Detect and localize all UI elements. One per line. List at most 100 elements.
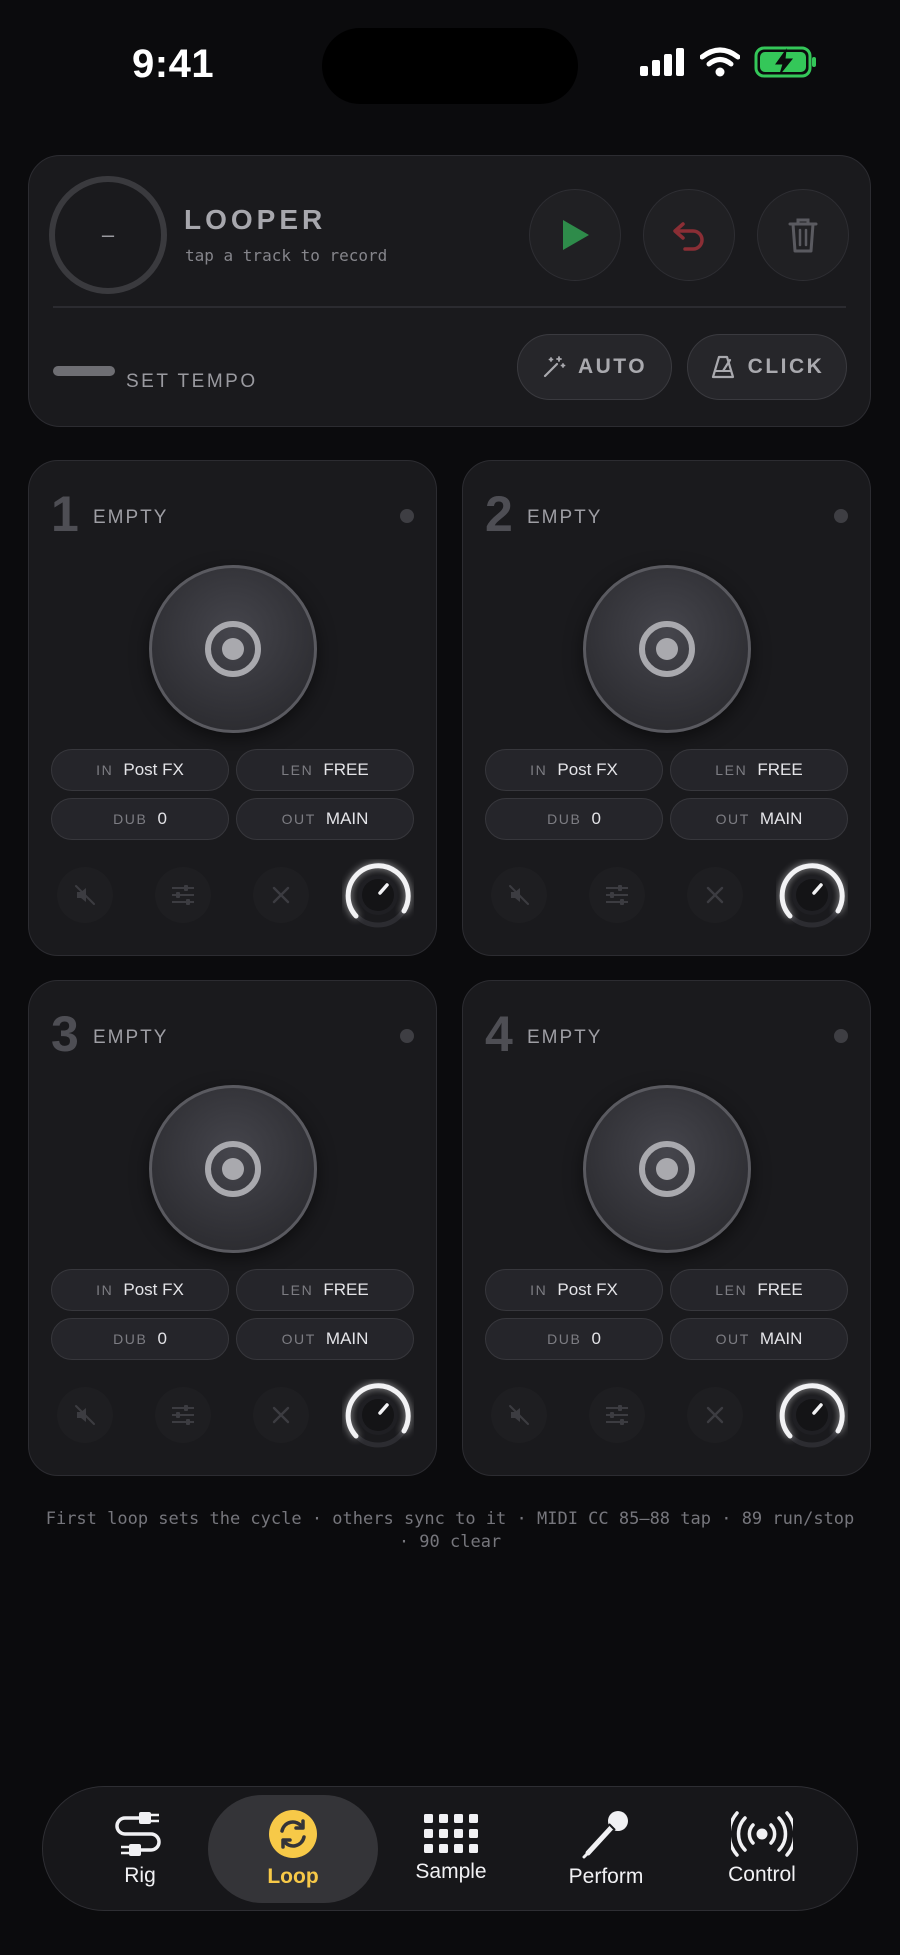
record-button[interactable] <box>583 1085 751 1253</box>
track-number: 3 <box>51 1006 79 1062</box>
length-selector[interactable]: LEN FREE <box>236 749 414 791</box>
play-button[interactable] <box>529 189 621 281</box>
overdub-key: DUB <box>547 1331 582 1347</box>
trash-icon <box>788 218 818 253</box>
mixer-button[interactable] <box>589 867 645 923</box>
track-state: EMPTY <box>93 507 169 528</box>
overdub-value: 0 <box>591 1329 601 1348</box>
mute-icon <box>75 1405 95 1425</box>
sliders-icon <box>172 1405 194 1425</box>
output-selector[interactable]: OUT MAIN <box>670 1318 848 1360</box>
clear-track-button[interactable] <box>253 867 309 923</box>
track-status-dot <box>834 509 848 523</box>
loop-icon <box>269 1810 317 1858</box>
length-key: LEN <box>715 1282 748 1298</box>
tab-sample-label: Sample <box>415 1860 487 1883</box>
input-selector[interactable]: IN Post FX <box>485 1269 663 1311</box>
clear-all-button[interactable] <box>757 189 849 281</box>
tab-control[interactable]: Control <box>677 1795 847 1903</box>
output-value: MAIN <box>759 1329 803 1348</box>
undo-button[interactable] <box>643 189 735 281</box>
auto-button[interactable]: AUTO <box>517 334 672 400</box>
input-selector[interactable]: IN Post FX <box>51 1269 229 1311</box>
tab-loop[interactable]: Loop <box>208 1795 378 1903</box>
mixer-button[interactable] <box>155 867 211 923</box>
clear-track-button[interactable] <box>687 867 743 923</box>
track-card-3: 3 EMPTY IN Post FX LEN FREE DUB 0 OUT MA… <box>28 980 437 1476</box>
clear-track-button[interactable] <box>253 1387 309 1443</box>
sliders-icon <box>606 1405 628 1425</box>
output-selector[interactable]: OUT MAIN <box>670 798 848 840</box>
mute-icon <box>75 885 95 905</box>
broadcast-icon <box>731 1811 793 1857</box>
tab-loop-label: Loop <box>267 1865 319 1888</box>
input-selector[interactable]: IN Post FX <box>485 749 663 791</box>
microphone-icon <box>582 1811 628 1859</box>
overdub-selector[interactable]: DUB 0 <box>51 798 229 840</box>
output-value: MAIN <box>325 1329 369 1348</box>
tab-perform[interactable]: Perform <box>521 1795 691 1903</box>
set-tempo-label[interactable]: SET TEMPO <box>126 371 258 393</box>
battery-charging-icon <box>754 46 816 78</box>
tab-control-label: Control <box>728 1863 796 1886</box>
click-label: CLICK <box>747 355 825 378</box>
length-selector[interactable]: LEN FREE <box>670 1269 848 1311</box>
track-card-4: 4 EMPTY IN Post FX LEN FREE DUB 0 OUT MA… <box>462 980 871 1476</box>
track-state: EMPTY <box>527 1027 603 1048</box>
cable-icon <box>115 1812 161 1856</box>
length-selector[interactable]: LEN FREE <box>670 749 848 791</box>
length-key: LEN <box>281 1282 314 1298</box>
length-selector[interactable]: LEN FREE <box>236 1269 414 1311</box>
output-value: MAIN <box>325 809 369 828</box>
tab-rig[interactable]: Rig <box>55 1795 225 1903</box>
mute-button[interactable] <box>57 867 113 923</box>
tab-sample[interactable]: Sample <box>366 1795 536 1903</box>
auto-label: AUTO <box>577 355 648 378</box>
overdub-key: DUB <box>113 1331 148 1347</box>
close-icon <box>706 886 724 904</box>
mixer-button[interactable] <box>155 1387 211 1443</box>
status-time: 9:41 <box>132 42 215 86</box>
record-icon <box>205 1141 261 1197</box>
tempo-indicator[interactable] <box>53 366 115 376</box>
output-selector[interactable]: OUT MAIN <box>236 1318 414 1360</box>
output-selector[interactable]: OUT MAIN <box>236 798 414 840</box>
track-status-dot <box>400 1029 414 1043</box>
overdub-selector[interactable]: DUB 0 <box>485 798 663 840</box>
volume-knob[interactable] <box>342 859 414 931</box>
cellular-signal-icon <box>640 48 684 76</box>
mute-button[interactable] <box>57 1387 113 1443</box>
input-selector[interactable]: IN Post FX <box>51 749 229 791</box>
track-state: EMPTY <box>527 507 603 528</box>
undo-icon <box>673 222 704 251</box>
wifi-icon <box>700 47 740 77</box>
close-icon <box>272 1406 290 1424</box>
click-button[interactable]: CLICK <box>687 334 847 400</box>
length-value: FREE <box>757 1280 803 1299</box>
track-card-1: 1 EMPTY IN Post FX LEN FREE DUB 0 OUT MA… <box>28 460 437 956</box>
input-key: IN <box>530 1282 548 1298</box>
input-value: Post FX <box>123 760 184 779</box>
close-icon <box>272 886 290 904</box>
mute-button[interactable] <box>491 1387 547 1443</box>
looper-subtitle: tap a track to record <box>185 246 388 265</box>
overdub-selector[interactable]: DUB 0 <box>51 1318 229 1360</box>
tab-rig-label: Rig <box>124 1864 156 1887</box>
volume-knob[interactable] <box>776 859 848 931</box>
volume-knob[interactable] <box>342 1379 414 1451</box>
volume-knob[interactable] <box>776 1379 848 1451</box>
mute-icon <box>509 885 529 905</box>
overdub-selector[interactable]: DUB 0 <box>485 1318 663 1360</box>
magic-wand-icon <box>543 356 566 378</box>
record-button[interactable] <box>583 565 751 733</box>
mixer-button[interactable] <box>589 1387 645 1443</box>
clear-track-button[interactable] <box>687 1387 743 1443</box>
length-key: LEN <box>715 762 748 778</box>
record-button[interactable] <box>149 565 317 733</box>
mute-button[interactable] <box>491 867 547 923</box>
track-card-2: 2 EMPTY IN Post FX LEN FREE DUB 0 OUT MA… <box>462 460 871 956</box>
track-number: 2 <box>485 486 513 542</box>
record-button[interactable] <box>149 1085 317 1253</box>
looper-title: LOOPER <box>184 204 327 235</box>
overdub-value: 0 <box>157 809 167 828</box>
